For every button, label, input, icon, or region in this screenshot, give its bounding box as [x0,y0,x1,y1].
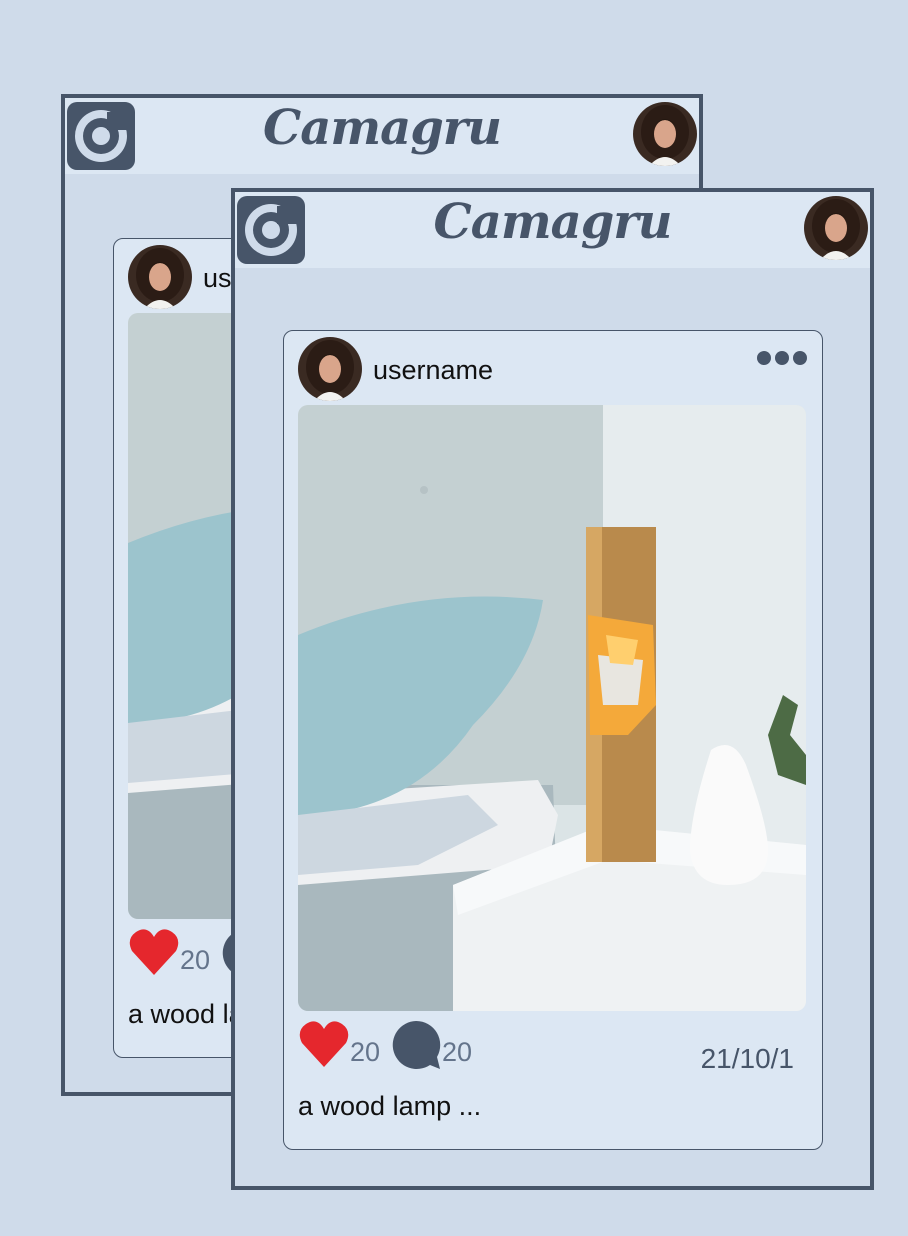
profile-avatar[interactable] [804,196,868,260]
post-author-avatar[interactable] [128,245,192,309]
post-image[interactable] [298,405,806,1011]
comment-count: 20 [442,1037,473,1067]
comment-bubble-icon[interactable] [390,1019,442,1071]
top-bar: Camagru [65,98,699,174]
post-caption: a wood lamp ... [298,1091,482,1121]
post-author-avatar[interactable] [298,337,362,401]
post-date: 21/10/1 [700,1043,794,1074]
top-bar: Camagru [235,192,870,268]
post-card: username 20 20 21/10/1 a wood lamp ... [283,330,823,1150]
profile-avatar[interactable] [633,102,697,166]
more-dots-icon[interactable] [756,349,808,367]
brand-title: Camagru [263,100,502,156]
heart-icon[interactable] [298,1019,350,1069]
heart-icon[interactable] [128,927,180,977]
post-username[interactable]: username [373,355,493,386]
foreground-app-window: Camagru username 20 20 21/10/1 a wood la… [231,188,874,1190]
like-count: 20 [350,1037,381,1067]
like-count: 20 [180,945,211,975]
brand-title: Camagru [433,194,673,250]
